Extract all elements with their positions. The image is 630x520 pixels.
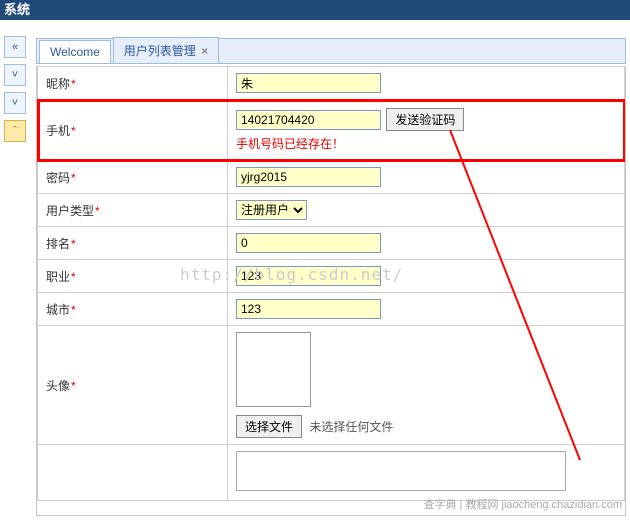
- collapse-left-icon: «: [12, 41, 18, 53]
- row-avatar: 头像* 选择文件 未选择任何文件: [38, 326, 625, 445]
- chevron-up-icon: ˆ: [13, 125, 17, 137]
- tab-label: 用户列表管理: [124, 44, 196, 58]
- tab-user-list[interactable]: 用户列表管理 ×: [113, 37, 219, 63]
- nickname-input[interactable]: [236, 73, 381, 93]
- phone-error-message: 手机号码已经存在！: [236, 135, 616, 152]
- window-title: 系统: [4, 2, 30, 17]
- label-phone: 手机*: [38, 100, 228, 161]
- label-avatar: 头像*: [38, 326, 228, 445]
- sidebar: « ˅ ˅ ˆ: [0, 30, 30, 148]
- row-job: 职业*: [38, 260, 625, 293]
- send-code-button[interactable]: 发送验证码: [386, 108, 464, 131]
- chevron-down-icon: ˅: [12, 97, 18, 109]
- label-usertype: 用户类型*: [38, 194, 228, 227]
- form-table: 昵称* 手机* 发送验证码 手机号码已经存在！ 密码* 用户类型* 注册用户 排…: [37, 66, 625, 501]
- row-phone: 手机* 发送验证码 手机号码已经存在！: [38, 100, 625, 161]
- row-nickname: 昵称*: [38, 67, 625, 100]
- tab-label: Welcome: [50, 45, 100, 59]
- row-city: 城市*: [38, 293, 625, 326]
- label-nickname: 昵称*: [38, 67, 228, 100]
- row-textarea: [38, 445, 625, 501]
- city-input[interactable]: [236, 299, 381, 319]
- sidebar-up-button[interactable]: ˆ: [4, 120, 26, 142]
- tab-close-icon[interactable]: ×: [201, 44, 208, 58]
- sidebar-down-button-1[interactable]: ˅: [4, 64, 26, 86]
- label-job: 职业*: [38, 260, 228, 293]
- label-rank: 排名*: [38, 227, 228, 260]
- choose-file-button[interactable]: 选择文件: [236, 415, 302, 438]
- extra-textarea[interactable]: [236, 451, 566, 491]
- usertype-select[interactable]: 注册用户: [236, 200, 307, 220]
- window-title-bar: 系统: [0, 0, 630, 20]
- rank-input[interactable]: [236, 233, 381, 253]
- tab-bar: Welcome 用户列表管理 ×: [36, 38, 626, 64]
- label-password: 密码*: [38, 161, 228, 194]
- phone-input[interactable]: [236, 110, 381, 130]
- chevron-down-icon: ˅: [12, 69, 18, 81]
- row-password: 密码*: [38, 161, 625, 194]
- file-status-text: 未选择任何文件: [309, 420, 393, 434]
- password-input[interactable]: [236, 167, 381, 187]
- job-input[interactable]: [236, 266, 381, 286]
- row-rank: 排名*: [38, 227, 625, 260]
- sidebar-down-button-2[interactable]: ˅: [4, 92, 26, 114]
- row-usertype: 用户类型* 注册用户: [38, 194, 625, 227]
- tab-welcome[interactable]: Welcome: [39, 40, 111, 63]
- form-panel: 昵称* 手机* 发送验证码 手机号码已经存在！ 密码* 用户类型* 注册用户 排…: [36, 66, 626, 516]
- label-city: 城市*: [38, 293, 228, 326]
- avatar-preview: [236, 332, 311, 407]
- sidebar-collapse-button[interactable]: «: [4, 36, 26, 58]
